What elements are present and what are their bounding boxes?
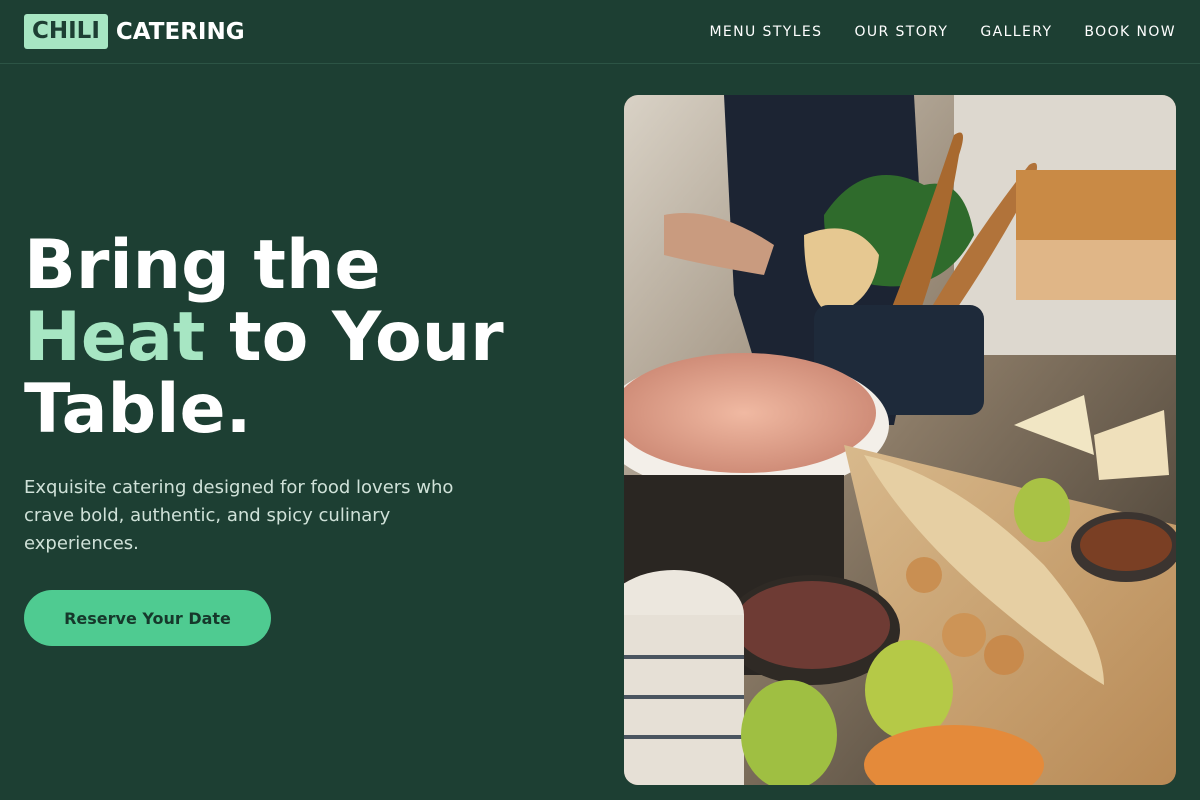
reserve-date-button[interactable]: Reserve Your Date [24, 590, 271, 646]
logo-text: CATERING [115, 18, 245, 45]
nav-link-gallery[interactable]: GALLERY [980, 24, 1052, 40]
nav-link-our-story[interactable]: OUR STORY [854, 24, 948, 40]
hero-title-line2: to Your [205, 298, 504, 377]
hero-title-line1: Bring the [24, 226, 381, 305]
logo-badge: CHILI [24, 14, 108, 49]
hero-title-line3: Table. [24, 370, 252, 449]
hero-subtitle: Exquisite catering designed for food lov… [24, 477, 454, 554]
hero-title: Bring the Heat to Your Table. [24, 230, 604, 446]
nav-link-book-now[interactable]: BOOK NOW [1084, 24, 1176, 40]
hero-title-accent: Heat [24, 298, 206, 377]
nav-link-menu-styles[interactable]: MENU STYLES [709, 24, 822, 40]
brand-logo[interactable]: CHILI CATERING [24, 14, 245, 49]
nav-links: MENU STYLES OUR STORY GALLERY BOOK NOW [677, 24, 1176, 40]
catering-buffet-photo [624, 95, 1176, 785]
top-navigation: CHILI CATERING MENU STYLES OUR STORY GAL… [0, 0, 1200, 64]
